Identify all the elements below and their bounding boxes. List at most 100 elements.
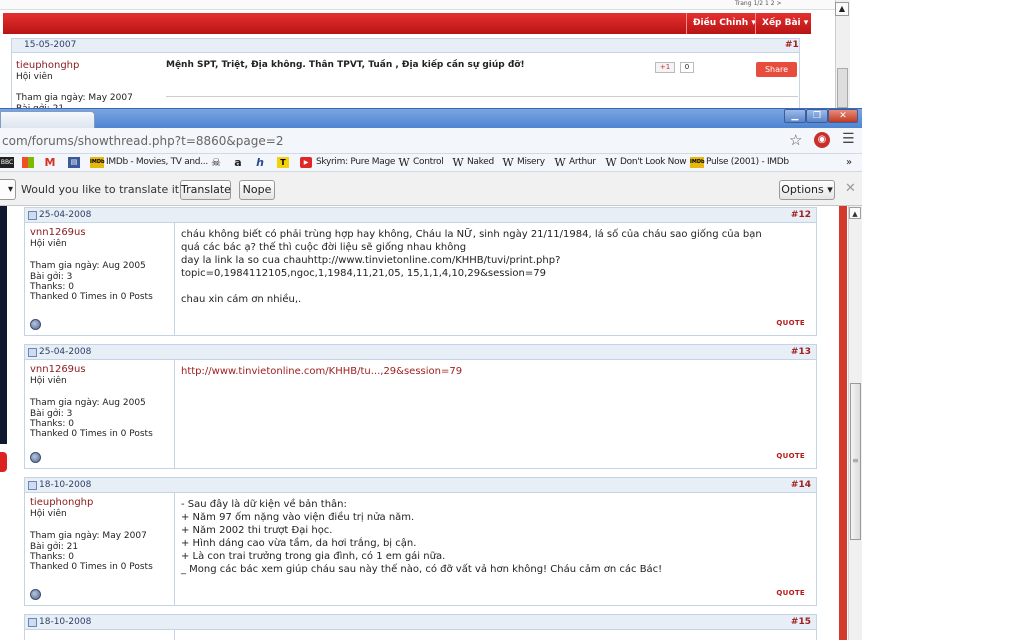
close-icon[interactable]: ✕ — [828, 109, 858, 123]
quote-button[interactable]: QUOTE — [776, 319, 805, 327]
t-icon[interactable]: T — [277, 157, 289, 168]
post-number-link[interactable]: #14 — [791, 480, 811, 490]
post-date-icon — [28, 348, 37, 357]
bookmark-skyrim[interactable]: Skyrim: Pure Mage — [316, 157, 395, 167]
post-message: http://www.tinvietonline.com/KHHB/tu...,… — [181, 365, 811, 378]
post-number-link[interactable]: #12 — [791, 210, 811, 220]
message-line: cháu không biết có phải trùng hợp hay kh… — [181, 229, 762, 240]
post-username[interactable]: vnn1269us — [30, 227, 86, 238]
bbc-icon[interactable]: BBC — [0, 157, 14, 168]
bookmark-star-icon[interactable]: ☆ — [789, 131, 802, 149]
wikipedia-icon[interactable]: W — [554, 157, 566, 168]
skull-icon[interactable]: ☠ — [210, 157, 222, 168]
post-number-link[interactable]: #13 — [791, 347, 811, 357]
quote-button[interactable]: QUOTE — [776, 589, 805, 597]
post-user-role: Hội viên — [30, 509, 67, 519]
background-post-role: Hội viên — [16, 72, 53, 82]
message-line — [181, 280, 811, 293]
post-thanks: Thanks: 0 — [30, 282, 74, 292]
background-post-join-date: Tham gia ngày: May 2007 — [16, 93, 133, 103]
wikipedia-icon[interactable]: W — [452, 157, 464, 168]
translate-button[interactable]: Translate — [180, 180, 231, 200]
background-post-header — [11, 38, 800, 53]
adblock-stop-icon[interactable]: ◉ — [814, 132, 830, 148]
post-header: 25-04-2008 #12 — [25, 208, 816, 223]
maximize-icon[interactable]: ❐ — [806, 109, 828, 123]
windows-icon[interactable] — [22, 157, 34, 168]
dieu-chinh-button[interactable]: Điều Chỉnh ▾ — [686, 13, 762, 34]
quote-button[interactable]: QUOTE — [776, 452, 805, 460]
language-select[interactable]: ▾ — [0, 179, 16, 200]
google-plus-button[interactable]: +1 — [655, 62, 675, 73]
bookmark-control[interactable]: Control — [413, 157, 444, 167]
post-count: Bài gởi: 3 — [30, 272, 73, 282]
browser-titlebar[interactable] — [0, 108, 862, 128]
wikipedia-icon[interactable]: W — [502, 157, 514, 168]
xep-bai-button[interactable]: Xếp Bài ▾ — [755, 13, 814, 34]
post-join-date: Tham gia ngày: Aug 2005 — [30, 398, 146, 408]
message-line: + Là con trai trưởng trong gia đình, có … — [181, 551, 446, 562]
post-author-panel: tieuphonghp Hội viên Tham gia ngày: May … — [25, 493, 175, 605]
scroll-up-icon[interactable]: ▲ — [849, 207, 861, 219]
post-12: 25-04-2008 #12 vnn1269us Hội viên Tham g… — [24, 207, 817, 336]
bookmark-imdb-movies[interactable]: IMDb - Movies, TV and... — [106, 157, 208, 167]
options-button[interactable]: Options ▾ — [779, 180, 835, 200]
post-username[interactable]: vnn1269us — [30, 364, 86, 375]
post-count: Bài gởi: 21 — [30, 542, 79, 552]
bookmark-arthur[interactable]: Arthur — [569, 157, 596, 167]
online-status-icon — [30, 319, 41, 330]
left-side-tab[interactable] — [0, 452, 7, 472]
post-date: 25-04-2008 — [39, 210, 92, 220]
background-pager[interactable]: Trang 1/2 1 2 > — [735, 0, 782, 8]
youtube-icon[interactable]: ▶ — [300, 157, 312, 168]
imdb-icon[interactable]: IMDb — [90, 157, 105, 168]
gmail-icon[interactable]: M — [44, 157, 56, 168]
minimize-icon[interactable]: ▁ — [784, 109, 806, 123]
background-post-username[interactable]: tieuphonghp — [16, 60, 79, 71]
background-scroll-thumb[interactable] — [837, 68, 848, 108]
scroll-grip-icon: ≡ — [852, 456, 859, 465]
bookmark-pulse-imdb[interactable]: Pulse (2001) - IMDb — [706, 157, 789, 167]
bookmark-misery[interactable]: Misery — [517, 157, 545, 167]
address-bar[interactable]: com/forums/showthread.php?t=8860&page=2 — [2, 134, 283, 148]
background-top-strip — [0, 0, 835, 10]
news-icon[interactable]: ▤ — [68, 157, 80, 168]
post-date: 25-04-2008 — [39, 347, 92, 357]
post-date-icon — [28, 211, 37, 220]
right-frame-border — [839, 206, 847, 640]
post-link[interactable]: http://www.tinvietonline.com/KHHB/tu...,… — [181, 366, 462, 377]
post-13: 25-04-2008 #13 vnn1269us Hội viên Tham g… — [24, 344, 817, 469]
post-username[interactable]: tieuphonghp — [30, 497, 93, 508]
message-line: + Hình dáng cao vừa tầm, da hơi trắng, b… — [181, 538, 417, 549]
share-button[interactable]: Share — [756, 62, 797, 77]
message-line: quá các bác ạ? thế thì cuộc đời liệu sẽ … — [181, 242, 467, 253]
post-number-link[interactable]: #15 — [791, 617, 811, 627]
post-header: 18-10-2008 #14 — [25, 478, 816, 493]
post-thanked: Thanked 0 Times in 0 Posts — [30, 429, 153, 439]
nope-button[interactable]: Nope — [239, 180, 275, 200]
browser-tab[interactable] — [0, 111, 95, 128]
message-line: chau xin cám ơn nhiều,. — [181, 294, 302, 305]
post-author-panel: vnn1269us Hội viên Tham gia ngày: Aug 20… — [25, 223, 175, 335]
wikipedia-icon[interactable]: W — [398, 157, 410, 168]
amazon-icon[interactable]: a — [232, 157, 244, 168]
bookmark-dont-look-now[interactable]: Don't Look Now — [620, 157, 687, 167]
post-14: 18-10-2008 #14 tieuphonghp Hội viên Tham… — [24, 477, 817, 606]
h-icon[interactable]: h — [254, 157, 266, 168]
post-header: 18-10-2008 #15 — [25, 615, 816, 630]
post-date-icon — [28, 481, 37, 490]
imdb-icon[interactable]: IMDb — [690, 157, 705, 168]
bookmark-naked[interactable]: Naked — [467, 157, 494, 167]
post-author-panel: vnn1269us Hội viên Tham gia ngày: Aug 20… — [25, 360, 175, 468]
background-post-number[interactable]: #1 — [785, 40, 799, 50]
message-line: + Năm 97 ốm nặng vào viện điều trị nửa n… — [181, 512, 415, 523]
menu-icon[interactable]: ☰ — [842, 131, 855, 147]
online-status-icon — [30, 452, 41, 463]
wikipedia-icon[interactable]: W — [605, 157, 617, 168]
post-thanked: Thanked 0 Times in 0 Posts — [30, 292, 153, 302]
infobar-close-icon[interactable]: ✕ — [845, 181, 856, 196]
post-header: 25-04-2008 #13 — [25, 345, 816, 360]
background-scroll-up-icon[interactable]: ▲ — [835, 2, 849, 16]
bookmarks-overflow-icon[interactable]: » — [846, 157, 852, 168]
message-line: day la link la so cua chauhttp://www.tin… — [181, 255, 561, 266]
